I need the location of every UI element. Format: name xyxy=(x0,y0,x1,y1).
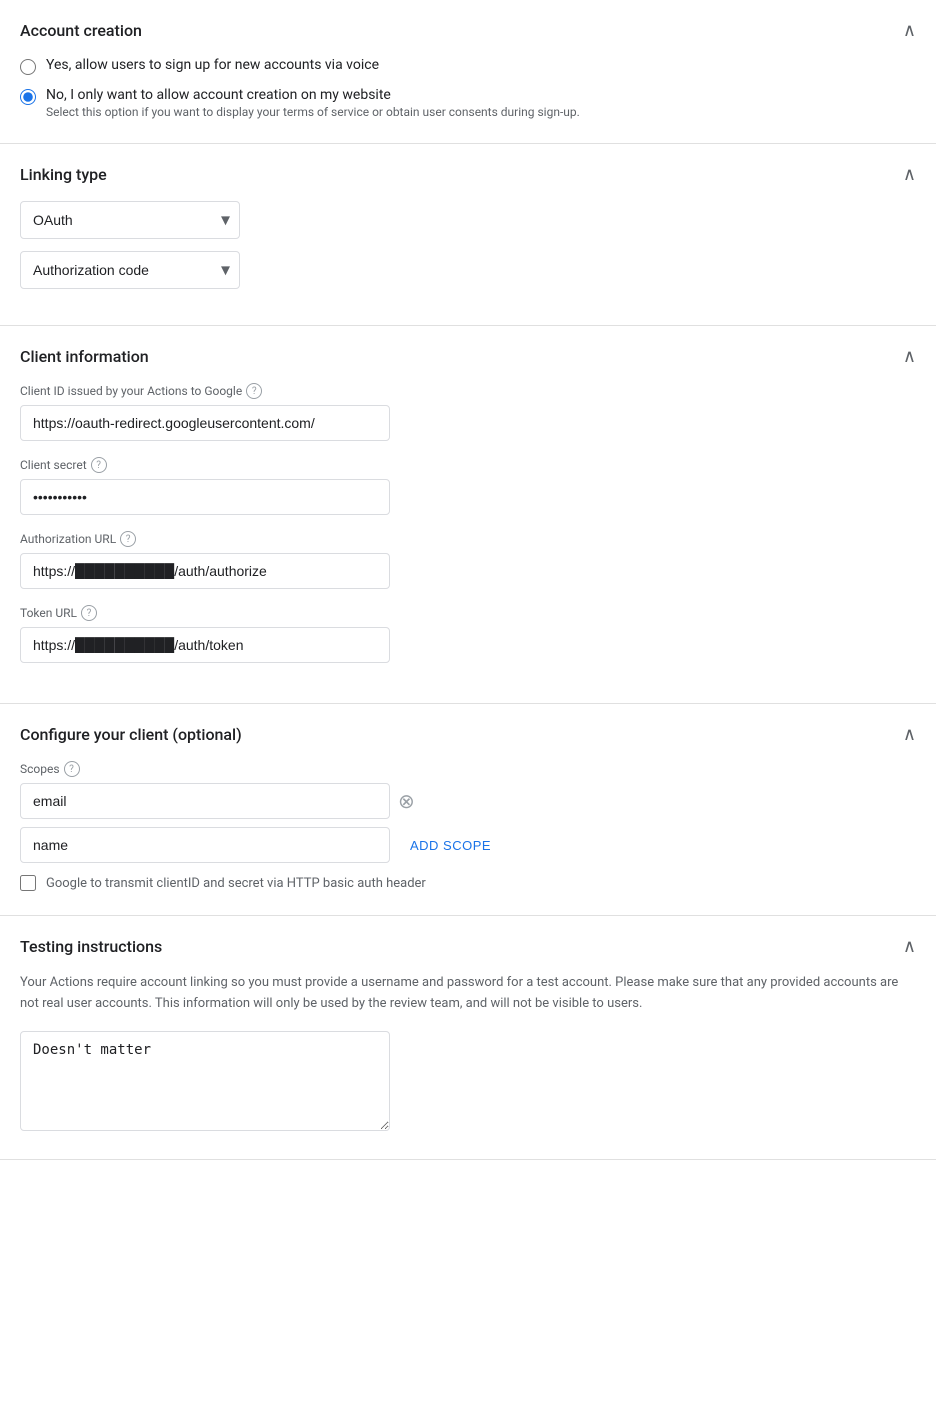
configure-client-chevron[interactable]: ∧ xyxy=(903,724,916,745)
client-id-group: Client ID issued by your Actions to Goog… xyxy=(20,383,916,441)
radio-no-label: No, I only want to allow account creatio… xyxy=(46,87,580,103)
configure-client-header: Configure your client (optional) ∧ xyxy=(20,724,916,745)
basic-auth-checkbox[interactable] xyxy=(20,875,36,891)
auth-url-help-icon[interactable]: ? xyxy=(120,531,136,547)
remove-scope-1-icon: ⊗ xyxy=(398,789,415,814)
testing-textarea[interactable]: Doesn't matter xyxy=(20,1031,390,1131)
client-information-section: Client information ∧ Client ID issued by… xyxy=(0,326,936,704)
radio-no[interactable] xyxy=(20,89,36,105)
configure-client-title: Configure your client (optional) xyxy=(20,725,242,744)
linking-type-dropdowns: OAuth ▾ Authorization code ▾ xyxy=(20,201,916,301)
testing-description: Your Actions require account linking so … xyxy=(20,973,916,1015)
linking-type-header: Linking type ∧ xyxy=(20,164,916,185)
linking-type-title: Linking type xyxy=(20,165,107,184)
account-creation-options: Yes, allow users to sign up for new acco… xyxy=(20,57,916,119)
oauth-select-wrapper: OAuth ▾ xyxy=(20,201,240,239)
account-creation-section: Account creation ∧ Yes, allow users to s… xyxy=(0,0,936,144)
client-id-input[interactable] xyxy=(20,405,390,441)
add-scope-button[interactable]: ADD SCOPE xyxy=(398,830,503,861)
linking-type-section: Linking type ∧ OAuth ▾ Authorization cod… xyxy=(0,144,936,326)
testing-instructions-title: Testing instructions xyxy=(20,937,162,956)
client-id-label: Client ID issued by your Actions to Goog… xyxy=(20,383,916,399)
radio-item-yes[interactable]: Yes, allow users to sign up for new acco… xyxy=(20,57,916,75)
client-secret-group: Client secret ? xyxy=(20,457,916,515)
scope-add-row: ADD SCOPE xyxy=(20,827,916,863)
token-url-input[interactable] xyxy=(20,627,390,663)
client-id-help-icon[interactable]: ? xyxy=(246,383,262,399)
oauth-select[interactable]: OAuth xyxy=(20,201,240,239)
client-information-title: Client information xyxy=(20,347,149,366)
linking-type-chevron[interactable]: ∧ xyxy=(903,164,916,185)
auth-code-select-wrapper: Authorization code ▾ xyxy=(20,251,240,289)
auth-url-group: Authorization URL ? xyxy=(20,531,916,589)
testing-instructions-header: Testing instructions ∧ xyxy=(20,936,916,957)
token-url-group: Token URL ? xyxy=(20,605,916,663)
radio-item-no[interactable]: No, I only want to allow account creatio… xyxy=(20,87,916,119)
configure-client-section: Configure your client (optional) ∧ Scope… xyxy=(0,704,936,916)
client-information-chevron[interactable]: ∧ xyxy=(903,346,916,367)
token-url-label: Token URL ? xyxy=(20,605,916,621)
radio-yes-label: Yes, allow users to sign up for new acco… xyxy=(46,57,379,73)
client-secret-input[interactable] xyxy=(20,479,390,515)
client-information-header: Client information ∧ xyxy=(20,346,916,367)
auth-code-select[interactable]: Authorization code xyxy=(20,251,240,289)
testing-instructions-chevron[interactable]: ∧ xyxy=(903,936,916,957)
client-secret-label: Client secret ? xyxy=(20,457,916,473)
scopes-label: Scopes ? xyxy=(20,761,916,777)
testing-instructions-section: Testing instructions ∧ Your Actions requ… xyxy=(0,916,936,1160)
radio-no-sublabel: Select this option if you want to displa… xyxy=(46,105,580,119)
scope-input-2[interactable] xyxy=(20,827,390,863)
scopes-help-icon[interactable]: ? xyxy=(64,761,80,777)
scopes-section: Scopes ? ⊗ ADD SCOPE xyxy=(20,761,916,863)
account-creation-header: Account creation ∧ xyxy=(20,20,916,41)
token-url-help-icon[interactable]: ? xyxy=(81,605,97,621)
auth-url-input[interactable] xyxy=(20,553,390,589)
client-secret-help-icon[interactable]: ? xyxy=(91,457,107,473)
scope-row-1: ⊗ xyxy=(20,783,916,819)
basic-auth-label: Google to transmit clientID and secret v… xyxy=(46,876,426,891)
basic-auth-checkbox-row: Google to transmit clientID and secret v… xyxy=(20,875,916,891)
account-creation-title: Account creation xyxy=(20,21,142,40)
auth-url-label: Authorization URL ? xyxy=(20,531,916,547)
account-creation-chevron[interactable]: ∧ xyxy=(903,20,916,41)
radio-yes[interactable] xyxy=(20,59,36,75)
scope-input-1[interactable] xyxy=(20,783,390,819)
remove-scope-1-button[interactable]: ⊗ xyxy=(398,789,415,814)
